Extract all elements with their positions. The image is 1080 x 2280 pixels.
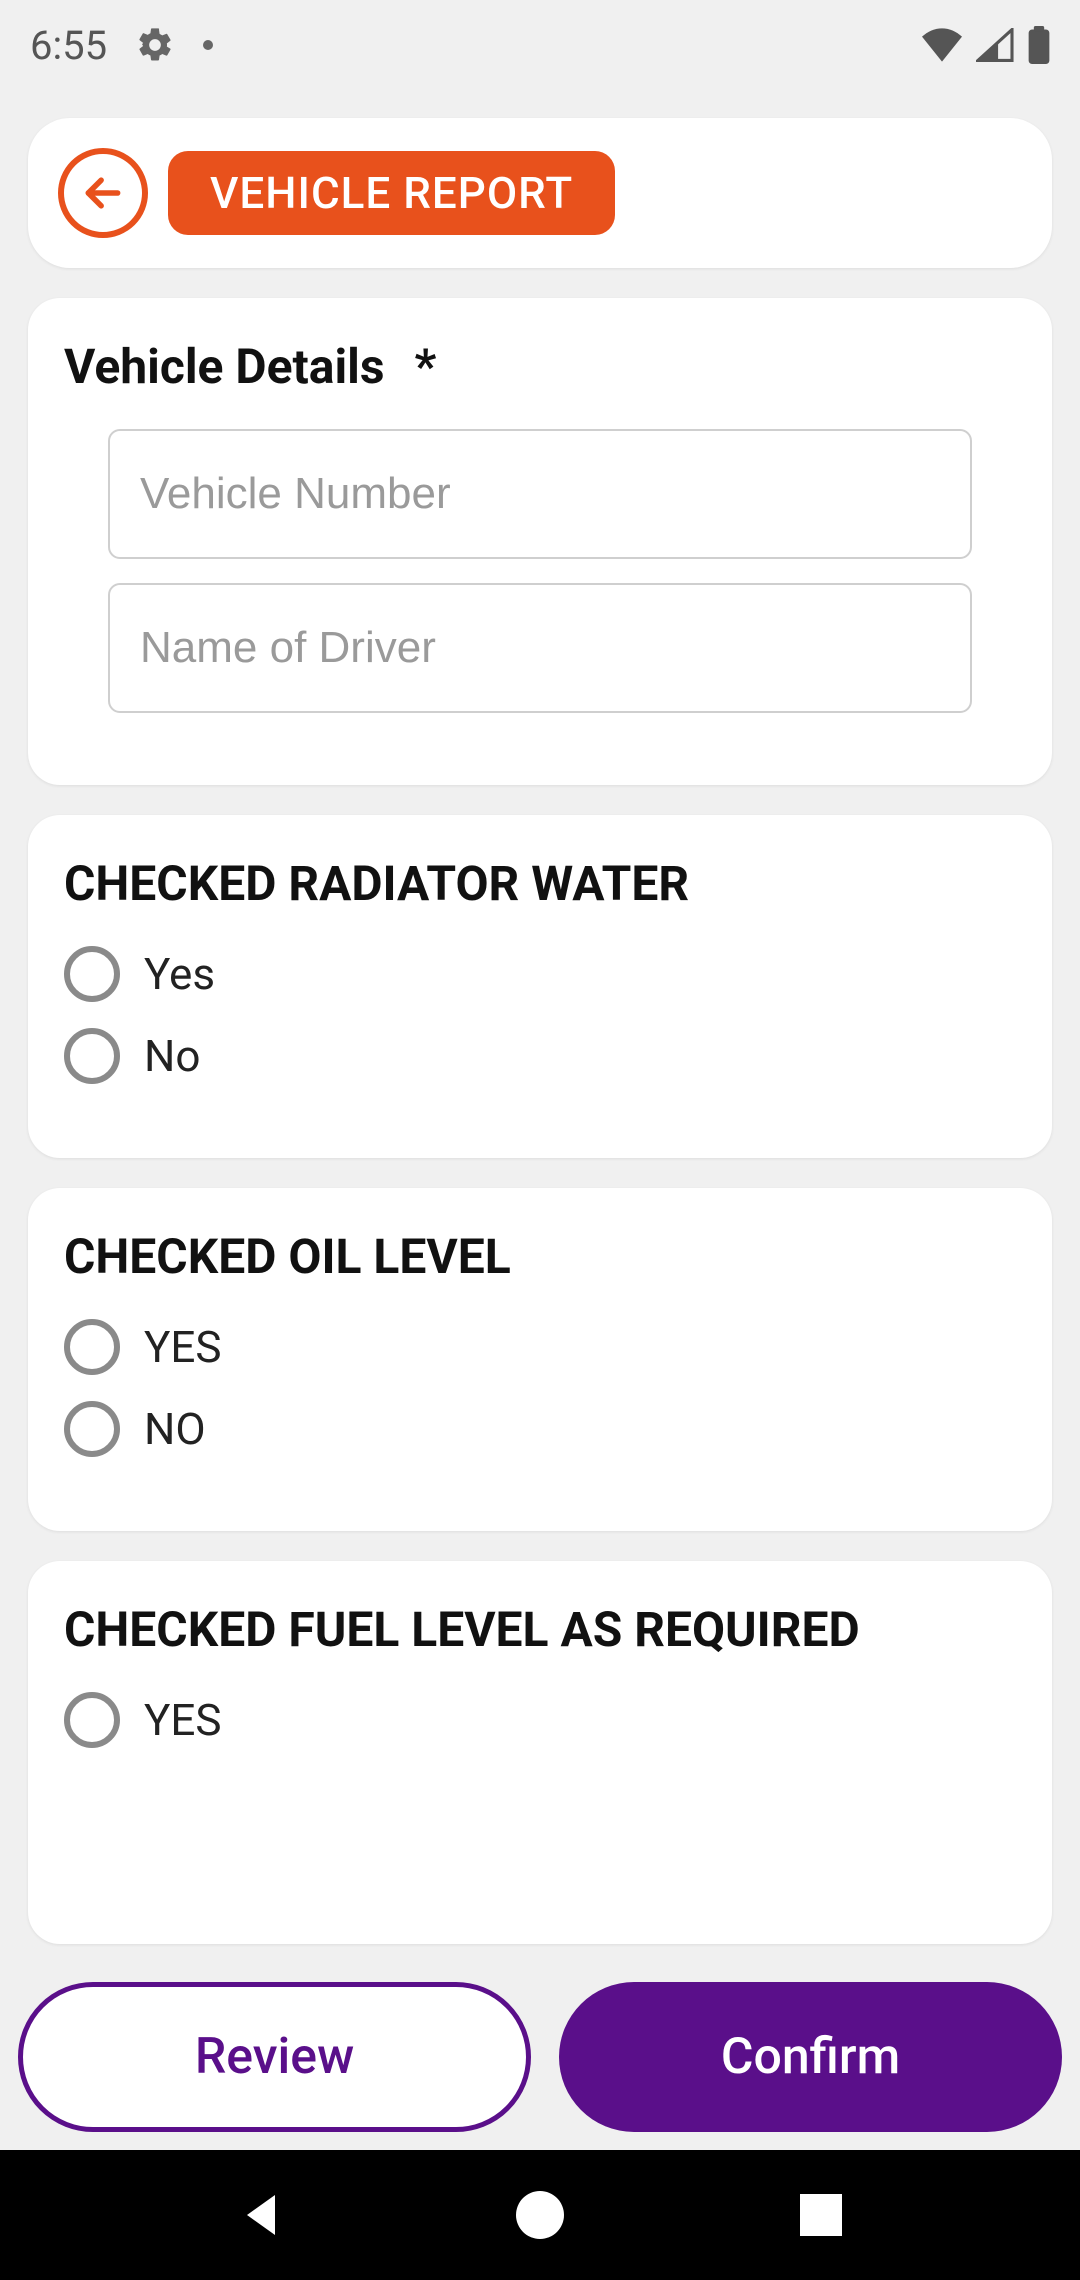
oil-no-label: NO bbox=[144, 1403, 206, 1455]
wifi-icon bbox=[922, 28, 962, 62]
status-time: 6:55 bbox=[30, 22, 107, 69]
confirm-button[interactable]: Confirm bbox=[559, 1982, 1062, 2132]
nav-back-icon[interactable] bbox=[238, 2191, 280, 2239]
android-nav-bar bbox=[0, 2150, 1080, 2280]
status-left: 6:55 bbox=[30, 22, 213, 69]
dot-icon bbox=[203, 40, 213, 50]
oil-card: CHECKED OIL LEVEL YES NO bbox=[28, 1188, 1052, 1531]
fuel-yes-label: YES bbox=[144, 1694, 222, 1746]
oil-title: CHECKED OIL LEVEL bbox=[64, 1228, 1016, 1285]
fuel-title: CHECKED FUEL LEVEL AS REQUIRED bbox=[64, 1601, 1016, 1658]
radiator-no-row[interactable]: No bbox=[64, 1028, 1016, 1084]
oil-no-row[interactable]: NO bbox=[64, 1401, 1016, 1457]
radio-icon bbox=[64, 946, 120, 1002]
oil-yes-row[interactable]: YES bbox=[64, 1319, 1016, 1375]
back-button[interactable] bbox=[58, 148, 148, 238]
vehicle-input-group bbox=[64, 429, 1016, 737]
radiator-yes-row[interactable]: Yes bbox=[64, 946, 1016, 1002]
radiator-yes-label: Yes bbox=[144, 948, 215, 1000]
oil-yes-label: YES bbox=[144, 1321, 222, 1373]
signal-icon bbox=[976, 28, 1014, 62]
radio-icon bbox=[64, 1028, 120, 1084]
radio-icon bbox=[64, 1319, 120, 1375]
gear-icon bbox=[135, 25, 175, 65]
fuel-yes-row[interactable]: YES bbox=[64, 1692, 1016, 1748]
page-title: VEHICLE REPORT bbox=[168, 151, 615, 235]
radiator-card: CHECKED RADIATOR WATER Yes No bbox=[28, 815, 1052, 1158]
nav-recent-icon[interactable] bbox=[800, 2194, 842, 2236]
vehicle-details-title: Vehicle Details * bbox=[64, 338, 1016, 395]
required-star: * bbox=[414, 338, 436, 395]
status-bar: 6:55 bbox=[0, 0, 1080, 90]
vehicle-details-title-text: Vehicle Details bbox=[64, 338, 385, 395]
content-area: VEHICLE REPORT Vehicle Details * CHECKED… bbox=[0, 90, 1080, 2150]
driver-name-input[interactable] bbox=[108, 583, 972, 713]
review-button[interactable]: Review bbox=[18, 1982, 531, 2132]
header-bar: VEHICLE REPORT bbox=[28, 118, 1052, 268]
radio-icon bbox=[64, 1692, 120, 1748]
status-right bbox=[922, 26, 1050, 64]
battery-icon bbox=[1028, 26, 1050, 64]
fuel-card: CHECKED FUEL LEVEL AS REQUIRED YES bbox=[28, 1561, 1052, 1944]
nav-home-icon[interactable] bbox=[516, 2191, 564, 2239]
footer-buttons: Review Confirm bbox=[0, 1972, 1080, 2150]
vehicle-number-input[interactable] bbox=[108, 429, 972, 559]
radiator-no-label: No bbox=[144, 1030, 200, 1082]
vehicle-details-card: Vehicle Details * bbox=[28, 298, 1052, 785]
radiator-title: CHECKED RADIATOR WATER bbox=[64, 855, 1016, 912]
radio-icon bbox=[64, 1401, 120, 1457]
